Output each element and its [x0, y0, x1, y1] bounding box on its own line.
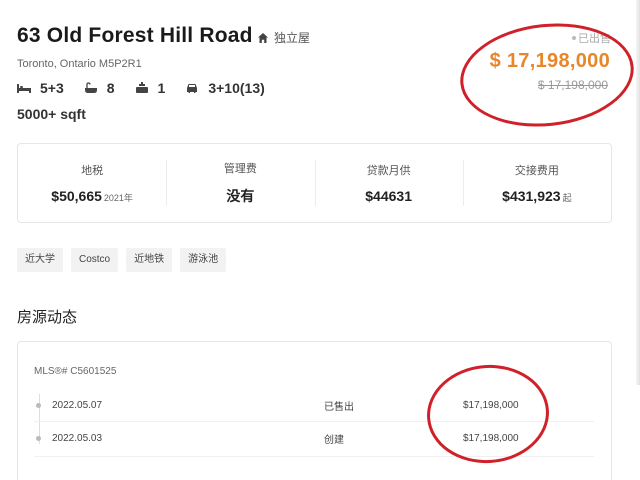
bedrooms: 5+3: [17, 80, 64, 96]
price-annotation-circle: [455, 15, 639, 135]
parking-value: 3+10(13): [208, 80, 265, 96]
house-icon: [258, 32, 268, 43]
property-type: 独立屋: [257, 29, 310, 46]
history-section-title: 房源动态: [17, 309, 78, 326]
stats-panel: 地税 $50,665 2021年 管理费 没有 贷款月供 $44631 交接费用 …: [17, 143, 612, 223]
parking: 3+10(13): [185, 80, 265, 96]
stat-amount: 没有: [226, 188, 255, 204]
kitchens-value: 1: [157, 80, 166, 96]
bed-icon: [17, 84, 31, 93]
stat-label: 管理费: [223, 163, 257, 175]
kitchen-icon: [135, 82, 148, 93]
property-type-label: 独立屋: [274, 31, 311, 45]
tag-costco[interactable]: Costco: [71, 248, 119, 272]
car-icon: [187, 84, 198, 93]
bathrooms-value: 8: [106, 80, 115, 96]
listing-address: 63 Old Forest Hill Road: [17, 24, 253, 47]
stat-amount: $431,923: [502, 188, 561, 204]
scrollbar[interactable]: [636, 0, 640, 385]
stat-suffix: 起: [562, 193, 572, 203]
timeline-dot: [36, 435, 41, 441]
tag-university[interactable]: 近大学: [17, 248, 63, 272]
stat-property-tax: 地税 $50,665 2021年: [18, 144, 166, 222]
bedrooms-value: 5+3: [40, 80, 64, 96]
stat-maintenance-fee: 管理费 没有: [166, 144, 314, 222]
stat-value: $50,665 2021年: [51, 188, 133, 204]
stat-value: $44631: [365, 188, 412, 204]
history-date: 2022.05.07: [52, 399, 103, 411]
timeline-dot: [36, 402, 41, 408]
stat-closing-cost: 交接费用 $431,923 起: [462, 144, 611, 222]
history-date: 2022.05.03: [52, 432, 103, 444]
tag-pool[interactable]: 游泳池: [180, 248, 227, 272]
stat-value: $431,923 起: [502, 188, 571, 204]
listing-city: Toronto, Ontario M5P2R1: [17, 58, 142, 70]
bathtub-icon: [84, 82, 97, 93]
stat-mortgage: 贷款月供 $44631: [314, 144, 463, 222]
stat-value: 没有: [226, 186, 254, 206]
mls-number: MLS®# C5601525: [34, 366, 117, 377]
bathrooms: 8: [84, 80, 115, 96]
stat-amount: $44631: [365, 188, 412, 204]
stat-label: 交接费用: [514, 165, 559, 177]
tag-subway[interactable]: 近地铁: [126, 248, 173, 272]
feature-tags: 近大学 Costco 近地铁 游泳池: [17, 248, 227, 272]
stat-label: 贷款月供: [366, 165, 411, 177]
stat-amount: $50,665: [51, 188, 102, 204]
listing-sqft: 5000+ sqft: [17, 106, 86, 122]
stat-suffix: 2021年: [103, 193, 133, 203]
kitchens: 1: [135, 80, 166, 96]
feature-row: 5+3 8 1 3+10(13): [17, 80, 285, 96]
stat-label: 地税: [81, 165, 104, 177]
